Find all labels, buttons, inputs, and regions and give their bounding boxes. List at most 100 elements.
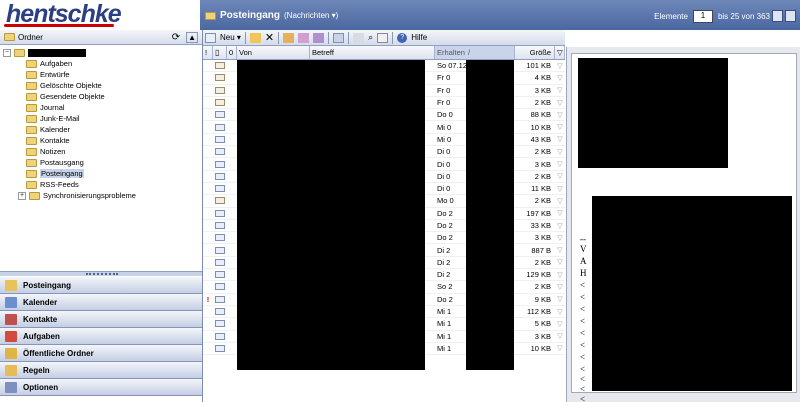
pane-splitter[interactable] bbox=[0, 271, 202, 276]
collapse-toggle[interactable]: − bbox=[3, 48, 11, 57]
expand-toggle[interactable]: + bbox=[18, 191, 26, 200]
flag-icon[interactable]: ▽ bbox=[555, 344, 565, 352]
tree-item[interactable]: + Synchronisierungsprobleme bbox=[0, 190, 202, 201]
col-icon[interactable]: ▯ bbox=[213, 46, 227, 59]
view-selector[interactable]: (Nachrichten ▾) bbox=[284, 11, 338, 20]
nav-icon bbox=[5, 313, 17, 325]
tree-item[interactable]: Postausgang bbox=[0, 157, 202, 168]
flag-icon[interactable]: ▽ bbox=[555, 160, 565, 168]
col-received[interactable]: Erhalten / bbox=[435, 46, 515, 59]
col-importance[interactable]: ! bbox=[203, 46, 213, 59]
nav-icon bbox=[5, 364, 17, 376]
flag-icon[interactable]: ▽ bbox=[555, 197, 565, 205]
tree-item-label: Kontakte bbox=[40, 136, 70, 145]
flag-icon[interactable]: ▽ bbox=[555, 295, 565, 303]
tree-item-label: Notizen bbox=[40, 147, 66, 156]
flag-icon[interactable]: ▽ bbox=[555, 332, 565, 340]
toolbar: Neu ▾ ✕ ⌕ ? Hilfe bbox=[203, 30, 565, 46]
tree-item[interactable]: RSS-Feeds bbox=[0, 179, 202, 190]
nav-button[interactable]: Aufgaben bbox=[0, 328, 202, 345]
flag-icon[interactable]: ▽ bbox=[555, 271, 565, 279]
search-icon[interactable]: ⌕ bbox=[368, 32, 373, 43]
view-icon[interactable] bbox=[333, 32, 345, 43]
envelope-icon bbox=[215, 258, 225, 266]
flag-icon[interactable]: ▽ bbox=[555, 185, 565, 193]
envelope-icon bbox=[215, 246, 225, 254]
refresh-icon[interactable]: ⟳ bbox=[172, 32, 180, 43]
envelope-icon bbox=[215, 148, 225, 156]
tree-item[interactable]: Posteingang bbox=[0, 168, 202, 179]
flag-icon[interactable]: ▽ bbox=[555, 148, 565, 156]
size-cell: 2 KB bbox=[534, 171, 551, 181]
preview-text: A bbox=[580, 148, 587, 158]
reply-all-icon[interactable] bbox=[298, 32, 310, 43]
flag-icon[interactable]: ▽ bbox=[555, 283, 565, 291]
flag-icon[interactable]: ▽ bbox=[555, 234, 565, 242]
nav-button[interactable]: Regeln bbox=[0, 362, 202, 379]
flag-icon[interactable]: ▽ bbox=[555, 135, 565, 143]
col-from[interactable]: Von bbox=[237, 46, 310, 59]
envelope-icon bbox=[215, 111, 225, 119]
nav-button[interactable]: Posteingang bbox=[0, 277, 202, 294]
flag-icon[interactable]: ▽ bbox=[555, 308, 565, 316]
envelope-icon bbox=[215, 86, 225, 94]
address-book-icon[interactable] bbox=[377, 32, 389, 43]
flag-icon[interactable]: ▽ bbox=[555, 111, 565, 119]
tree-item-label: Posteingang bbox=[40, 169, 84, 178]
flag-icon[interactable]: ▽ bbox=[555, 246, 565, 254]
envelope-icon bbox=[215, 332, 225, 340]
nav-button[interactable]: Öffentliche Ordner bbox=[0, 345, 202, 362]
nav-label: Posteingang bbox=[23, 280, 72, 290]
tree-root[interactable]: − bbox=[0, 47, 202, 58]
move-icon[interactable] bbox=[249, 32, 261, 43]
app-header: hentschke Posteingang (Nachrichten ▾) El… bbox=[0, 0, 800, 30]
flag-icon[interactable]: ▽ bbox=[555, 320, 565, 328]
tree-item[interactable]: Gelöschte Objekte bbox=[0, 80, 202, 91]
preview-text: < bbox=[580, 352, 586, 362]
tree-item[interactable]: Kalender bbox=[0, 124, 202, 135]
tree-item[interactable]: Notizen bbox=[0, 146, 202, 157]
redacted-sender-subject bbox=[237, 60, 425, 370]
flag-icon[interactable]: ▽ bbox=[555, 74, 565, 82]
col-size[interactable]: Größe bbox=[515, 46, 555, 59]
next-page-button[interactable] bbox=[785, 10, 796, 22]
nav-button[interactable]: Kalender bbox=[0, 294, 202, 311]
collapse-icon[interactable]: ▲ bbox=[186, 31, 198, 43]
flag-icon[interactable]: ▽ bbox=[555, 222, 565, 230]
flag-icon[interactable]: ▽ bbox=[555, 209, 565, 217]
envelope-icon bbox=[215, 222, 225, 229]
tree-item[interactable]: Entwürfe bbox=[0, 69, 202, 80]
col-flag[interactable]: ▽ bbox=[555, 46, 565, 59]
nav-button[interactable]: Kontakte bbox=[0, 311, 202, 328]
flag-icon[interactable]: ▽ bbox=[555, 258, 565, 266]
size-cell: 112 KB bbox=[526, 307, 551, 317]
page-input[interactable]: 1 bbox=[692, 10, 713, 23]
delete-icon[interactable]: ✕ bbox=[265, 31, 274, 44]
flag-icon[interactable]: ▽ bbox=[555, 172, 565, 180]
new-button[interactable]: Neu ▾ bbox=[220, 33, 241, 42]
prev-page-button[interactable] bbox=[772, 10, 783, 22]
flag-icon[interactable]: ▽ bbox=[555, 62, 565, 70]
col-subject[interactable]: Betreff bbox=[310, 46, 435, 59]
size-cell: 5 KB bbox=[534, 319, 551, 329]
flag-icon[interactable]: ▽ bbox=[555, 123, 565, 131]
journal-icon bbox=[26, 103, 37, 112]
print-icon[interactable] bbox=[353, 32, 365, 43]
col-attachment[interactable]: 0 bbox=[227, 46, 237, 59]
tree-item[interactable]: Kontakte bbox=[0, 135, 202, 146]
flag-icon[interactable]: ▽ bbox=[555, 99, 565, 107]
tree-item[interactable]: Journal bbox=[0, 102, 202, 113]
tree-item[interactable]: Aufgaben bbox=[0, 58, 202, 69]
nav-button[interactable]: Optionen bbox=[0, 379, 202, 396]
envelope-icon bbox=[215, 197, 225, 205]
preview-text: < bbox=[580, 394, 586, 402]
folder-title: Posteingang (Nachrichten ▾) bbox=[205, 10, 338, 21]
reply-icon[interactable] bbox=[283, 32, 295, 43]
tasks-icon bbox=[26, 59, 37, 68]
size-cell: 197 KB bbox=[526, 208, 551, 218]
tree-item[interactable]: Junk-E-Mail bbox=[0, 113, 202, 124]
forward-icon[interactable] bbox=[313, 32, 325, 43]
help-button[interactable]: Hilfe bbox=[411, 33, 427, 42]
flag-icon[interactable]: ▽ bbox=[555, 86, 565, 94]
tree-item[interactable]: Gesendete Objekte bbox=[0, 91, 202, 102]
